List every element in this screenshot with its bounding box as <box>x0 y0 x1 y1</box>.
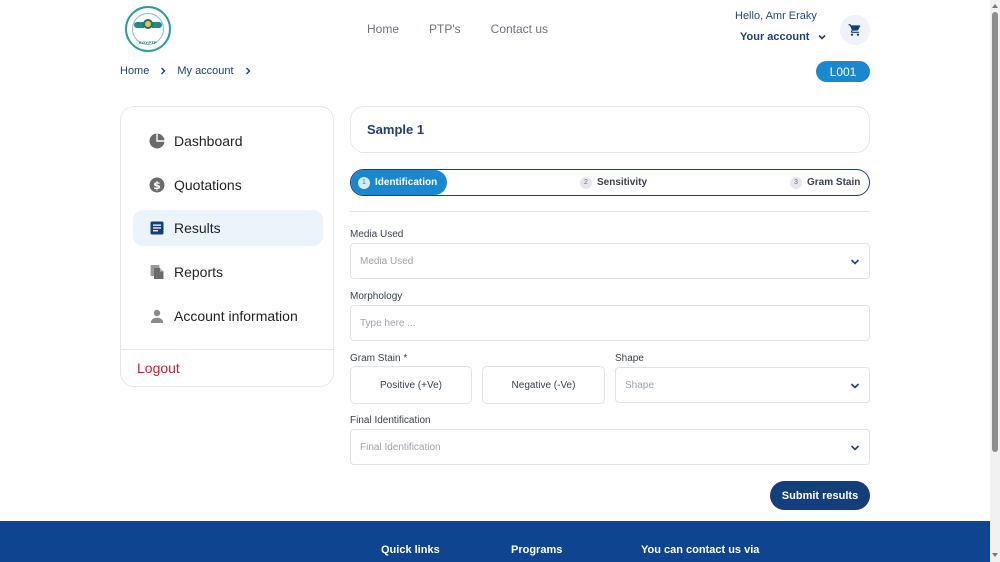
scrollbar-thumb[interactable] <box>992 12 998 452</box>
sidebar-item-label: Quotations <box>174 177 242 193</box>
scroll-down-arrow-icon[interactable] <box>992 553 998 557</box>
shopping-cart-icon <box>848 24 861 36</box>
breadcrumb-my-account[interactable]: My account <box>177 65 233 77</box>
step-number: 3 <box>790 176 802 189</box>
step-label: Gram Stain <box>807 177 861 188</box>
sidebar-item-label: Reports <box>174 264 224 280</box>
your-account-label: Your account <box>740 31 810 43</box>
logo-wing-right <box>152 22 162 28</box>
gram-stain-label: Gram Stain * <box>350 353 408 364</box>
morphology-input[interactable] <box>360 317 869 329</box>
user-greeting: Hello, Amr Eraky <box>735 10 817 22</box>
step-number: 2 <box>580 176 592 189</box>
sample-title: Sample 1 <box>367 122 425 137</box>
site-header: EGYPTP Home PTP's Contact us Hello, Amr … <box>0 0 990 60</box>
person-icon <box>150 309 164 323</box>
shape-label: Shape <box>615 353 644 364</box>
step-sensitivity[interactable]: 2 Sensitivity <box>580 170 647 195</box>
logo-brand-text: EGYPTP <box>138 40 158 45</box>
shape-select[interactable]: Shape <box>615 367 870 403</box>
sidebar-item-label: Dashboard <box>174 133 243 149</box>
chevron-down-icon <box>818 34 827 40</box>
submit-results-button[interactable]: Submit results <box>770 481 870 510</box>
sidebar-item-quotations[interactable]: $ Quotations <box>133 167 323 203</box>
nav-home[interactable]: Home <box>367 22 399 36</box>
breadcrumb: Home My account <box>120 65 252 77</box>
step-gram-stain[interactable]: 3 Gram Stain <box>790 170 860 195</box>
morphology-field <box>350 305 870 341</box>
chevron-down-icon <box>850 383 860 389</box>
logo-eye-icon <box>143 19 153 29</box>
page-scrollbar[interactable] <box>990 0 1000 562</box>
cart-button[interactable] <box>840 15 870 45</box>
footer-quick-links: Quick links <box>381 544 440 556</box>
sidebar-item-label: Account information <box>174 308 298 324</box>
sample-header-card: Sample 1 <box>350 106 870 153</box>
footer-contact: You can contact us via <box>641 544 760 556</box>
dollar-icon: $ <box>149 177 165 193</box>
results-stepper: 1 Identification 2 Sensitivity 3 Gram St… <box>350 169 870 196</box>
sidebar-item-results[interactable]: Results <box>133 210 323 246</box>
nav-contact-us[interactable]: Contact us <box>491 22 548 36</box>
chevron-right-icon <box>245 67 251 75</box>
chevron-down-icon <box>850 259 860 265</box>
footer-programs: Programs <box>511 544 563 556</box>
step-identification[interactable]: 1 Identification <box>351 170 447 195</box>
site-logo[interactable]: EGYPTP <box>125 6 171 52</box>
pie-chart-icon <box>149 133 165 149</box>
sidebar-item-account-information[interactable]: Account information <box>133 298 323 334</box>
step-label: Sensitivity <box>597 177 648 188</box>
nav-ptps[interactable]: PTP's <box>429 22 461 36</box>
morphology-label: Morphology <box>350 291 403 302</box>
breadcrumb-home[interactable]: Home <box>120 65 149 77</box>
document-list-icon <box>150 221 164 235</box>
final-identification-placeholder: Final Identification <box>360 441 441 453</box>
gram-negative-button[interactable]: Negative (-Ve) <box>482 366 605 404</box>
media-used-placeholder: Media Used <box>360 255 414 267</box>
media-used-label: Media Used <box>350 229 404 240</box>
step-number: 1 <box>358 176 370 189</box>
your-account-dropdown[interactable]: Your account <box>740 31 827 43</box>
main-nav: Home PTP's Contact us <box>367 22 548 36</box>
sidebar-item-reports[interactable]: Reports <box>133 254 323 290</box>
shape-placeholder: Shape <box>625 379 654 391</box>
logout-link[interactable]: Logout <box>137 360 180 376</box>
sidebar-item-label: Results <box>174 220 221 236</box>
chevron-right-icon <box>161 67 166 75</box>
site-footer: Quick links Programs You can contact us … <box>0 521 990 562</box>
chevron-down-icon <box>850 445 860 451</box>
sidebar-divider <box>121 349 333 350</box>
lab-code-badge: L001 <box>816 61 870 82</box>
gram-positive-button[interactable]: Positive (+Ve) <box>350 366 472 404</box>
step-label: Identification <box>375 177 438 188</box>
svg-text:$: $ <box>153 179 161 192</box>
scroll-up-arrow-icon[interactable] <box>992 4 998 8</box>
media-used-select[interactable]: Media Used <box>350 243 870 279</box>
files-icon <box>150 265 164 279</box>
section-divider <box>350 211 870 212</box>
final-identification-select[interactable]: Final Identification <box>350 429 870 465</box>
final-identification-label: Final Identification <box>350 415 431 426</box>
account-sidebar: Dashboard $ Quotations Results Reports A… <box>120 106 334 387</box>
sidebar-item-dashboard[interactable]: Dashboard <box>133 123 323 159</box>
